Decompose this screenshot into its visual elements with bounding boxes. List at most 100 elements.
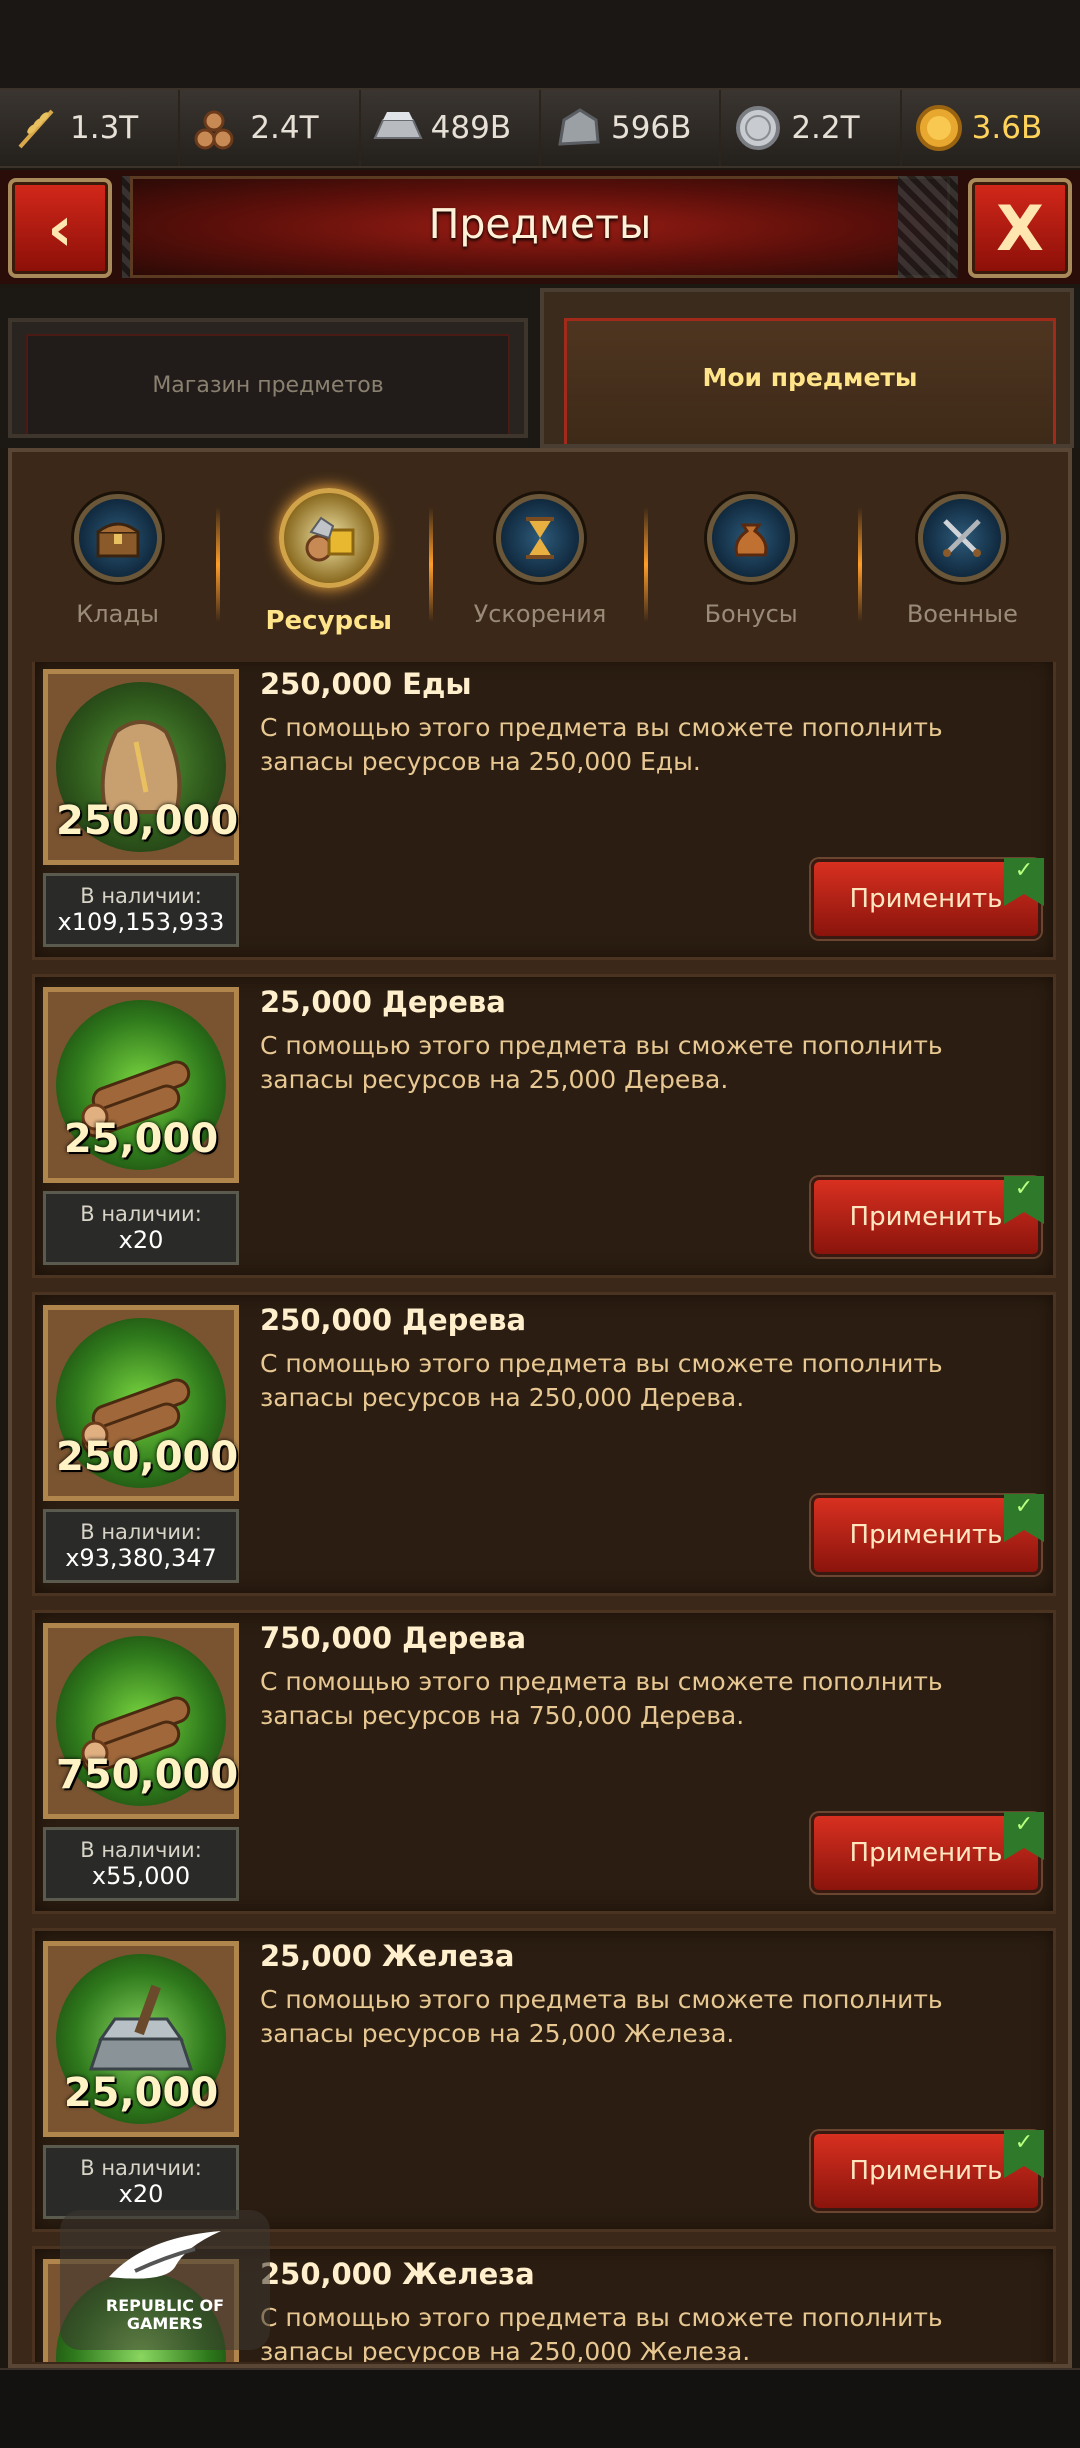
stock-count: x55,000 — [91, 1862, 191, 1890]
item-icon-frame: 25,000 — [43, 1941, 239, 2137]
item-icon-frame: 250,000 — [43, 1305, 239, 1501]
tab-item-shop[interactable]: Магазин предметов — [8, 318, 528, 438]
category-label: Клады — [76, 600, 159, 628]
stock-label: В наличии: — [80, 1520, 202, 1544]
list-item: 750,000 В наличии: x55,000 750,000 Дерев… — [32, 1610, 1056, 1914]
item-icon-frame: 250,000 — [43, 669, 239, 865]
category-label: Бонусы — [704, 600, 798, 628]
resource-value: 2.4T — [250, 110, 319, 146]
list-item: 25,000 В наличии: x20 25,000 Дерева С по… — [32, 974, 1056, 1278]
item-title: 25,000 Дерева — [260, 985, 506, 1019]
item-stock: В наличии: x20 — [43, 1191, 239, 1265]
wheat-icon — [10, 101, 64, 155]
apply-button[interactable]: Применить ✓ — [811, 1176, 1044, 1257]
close-button[interactable]: X — [968, 178, 1072, 278]
rog-logo-icon — [105, 2227, 225, 2297]
item-icon-frame: 25,000 — [43, 987, 239, 1183]
stock-label: В наличии: — [80, 884, 202, 908]
resource-stone[interactable]: 596B — [540, 90, 722, 166]
category-separator — [216, 507, 220, 622]
item-description: С помощью этого предмета вы сможете попо… — [260, 2303, 943, 2362]
stock-label: В наличии: — [80, 1838, 202, 1862]
apply-label: Применить — [849, 1838, 1003, 1868]
gold-coin-icon — [912, 101, 966, 155]
check-icon: ✓ — [1004, 2130, 1044, 2178]
resource-gold[interactable]: 3.6B — [901, 90, 1080, 166]
swords-icon — [918, 494, 1007, 582]
check-icon: ✓ — [1004, 858, 1044, 906]
apply-label: Применить — [849, 884, 1003, 914]
iron-anvil-icon: 25,000 — [56, 1954, 226, 2124]
item-amount: 250,000 — [56, 1434, 239, 1480]
wood-logs-icon: 250,000 — [56, 1318, 239, 1488]
item-stock: В наличии: x93,380,347 — [43, 1509, 239, 1583]
stock-count: x109,153,933 — [57, 908, 225, 936]
category-speedups[interactable]: Ускорения — [440, 452, 640, 628]
tab-my-items[interactable]: Мои предметы — [540, 288, 1074, 448]
stone-icon — [551, 101, 605, 155]
page-title: Предметы — [428, 200, 652, 248]
category-separator — [429, 507, 433, 622]
category-treasures[interactable]: Клады — [18, 452, 218, 628]
category-military[interactable]: Военные — [862, 452, 1062, 628]
close-icon: X — [996, 191, 1044, 265]
tab-label: Магазин предметов — [26, 334, 510, 434]
apply-button[interactable]: Применить ✓ — [811, 858, 1044, 939]
tab-label: Мои предметы — [564, 318, 1056, 444]
list-item: 25,000 В наличии: x20 25,000 Железа С по… — [32, 1928, 1056, 2232]
resource-food[interactable]: 1.3T — [0, 90, 181, 166]
resource-value: 1.3T — [70, 110, 139, 146]
category-label: Ресурсы — [265, 606, 393, 636]
list-item: 250,000 В наличии: x109,153,933 250,000 … — [32, 662, 1056, 960]
item-description: С помощью этого предмета вы сможете попо… — [260, 1985, 943, 2048]
resource-value: 596B — [610, 110, 692, 146]
resource-silver[interactable]: 2.2T — [721, 90, 902, 166]
resource-wood[interactable]: 2.4T — [180, 90, 361, 166]
stock-count: x93,380,347 — [65, 1544, 217, 1572]
apply-button[interactable]: Применить ✓ — [811, 2130, 1044, 2211]
food-sack-icon: 250,000 — [56, 682, 238, 852]
item-title: 250,000 Дерева — [260, 1303, 527, 1337]
chest-icon — [73, 494, 162, 582]
category-resources[interactable]: Ресурсы — [229, 452, 429, 636]
stock-count: x20 — [118, 1226, 164, 1254]
item-description: С помощью этого предмета вы сможете попо… — [260, 1031, 943, 1094]
wood-logs-icon: 750,000 — [56, 1636, 239, 1806]
item-stock: В наличии: x109,153,933 — [43, 873, 239, 947]
stock-label: В наличии: — [80, 1202, 202, 1226]
hourglass-icon — [495, 494, 584, 582]
item-stock: В наличии: x55,000 — [43, 1827, 239, 1901]
rog-watermark: REPUBLIC OF GAMERS — [60, 2210, 270, 2350]
apply-label: Применить — [849, 2156, 1003, 2186]
silver-coin-icon — [731, 101, 785, 155]
category-separator — [644, 507, 648, 622]
wood-logs-icon: 25,000 — [56, 1000, 226, 1170]
apply-button[interactable]: Применить ✓ — [811, 1812, 1044, 1893]
category-bar: Клады Ресурсы Ускорения Бонусы Военные — [12, 452, 1068, 652]
item-amount: 25,000 — [63, 2070, 219, 2116]
item-amount: 750,000 — [56, 1752, 239, 1798]
item-title: 25,000 Железа — [260, 1939, 515, 1973]
check-icon: ✓ — [1004, 1176, 1044, 1224]
bottom-bar — [0, 2368, 1080, 2448]
item-title: 750,000 Дерева — [260, 1621, 527, 1655]
stock-count: x20 — [118, 2180, 164, 2208]
resource-iron[interactable]: 489B — [360, 90, 541, 166]
item-list[interactable]: 250,000 В наличии: x109,153,933 250,000 … — [32, 662, 1056, 2362]
item-amount: 25,000 — [63, 1116, 219, 1162]
item-title: 250,000 Железа — [260, 2257, 535, 2291]
apply-button[interactable]: Применить ✓ — [811, 1494, 1044, 1575]
resources-icon — [278, 488, 379, 588]
category-bonuses[interactable]: Бонусы — [651, 452, 851, 628]
status-bar-area — [0, 0, 1080, 88]
item-title: 250,000 Еды — [260, 667, 472, 701]
tab-bar: Магазин предметов Мои предметы — [0, 288, 1080, 448]
apply-label: Применить — [849, 1202, 1003, 1232]
category-separator — [858, 507, 862, 622]
content-panel: Клады Ресурсы Ускорения Бонусы Военные 2… — [8, 448, 1072, 2368]
resource-value: 3.6B — [971, 110, 1043, 146]
apply-label: Применить — [849, 1520, 1003, 1550]
item-stock: В наличии: x20 — [43, 2145, 239, 2219]
item-description: С помощью этого предмета вы сможете попо… — [260, 1667, 943, 1730]
check-icon: ✓ — [1004, 1812, 1044, 1860]
